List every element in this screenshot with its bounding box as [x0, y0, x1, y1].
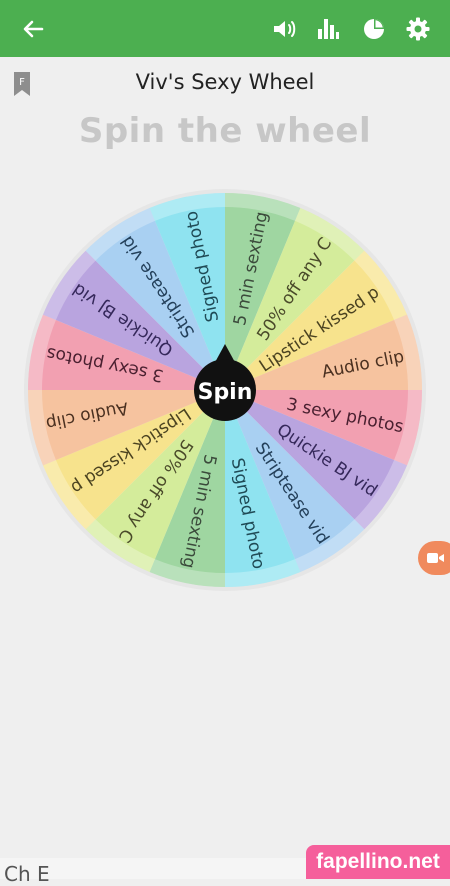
prize-wheel[interactable]: 5 min sexting50% off any CLipstick kisse…	[0, 0, 450, 879]
video-badge[interactable]	[418, 541, 450, 575]
bottom-partial-text: Ch E	[4, 862, 50, 886]
video-camera-icon	[427, 553, 444, 563]
watermark: fapellino.net	[306, 845, 450, 879]
spin-label: Spin	[198, 380, 253, 405]
